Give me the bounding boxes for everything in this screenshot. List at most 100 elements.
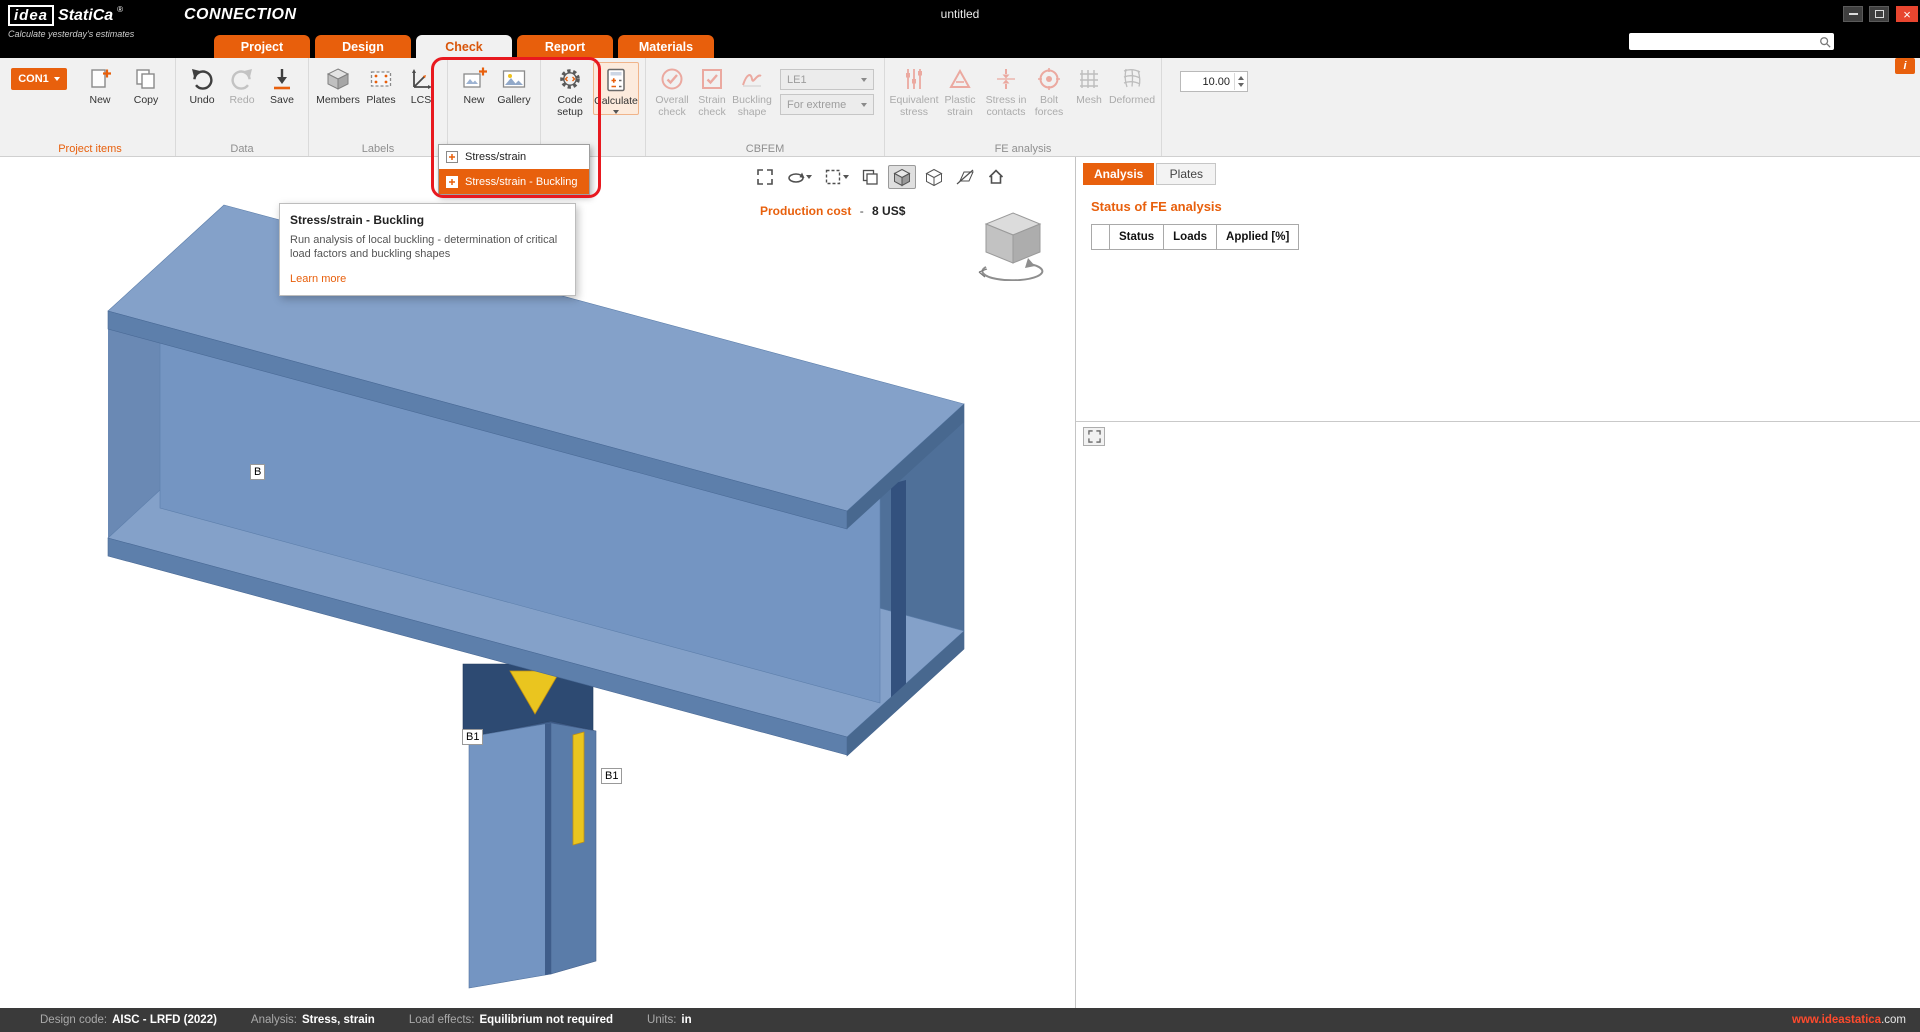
solid-view-button[interactable] (888, 165, 916, 189)
calculate-button[interactable]: Calculate (593, 62, 639, 115)
section-plane-icon (955, 167, 975, 187)
deformed-button[interactable]: Deformed (1109, 62, 1155, 107)
stress-strain-buckling-icon (445, 175, 459, 189)
extreme-select[interactable]: For extreme (780, 94, 874, 115)
menu-item-stress-strain[interactable]: Stress/strain (439, 145, 589, 169)
menu-item-stress-strain-buckling[interactable]: Stress/strain - Buckling (439, 169, 589, 194)
tab-project[interactable]: Project (214, 35, 310, 58)
menu-item-stress-strain-buckling-label: Stress/strain - Buckling (465, 176, 577, 188)
navigation-cube[interactable] (972, 209, 1054, 286)
expand-panel-button[interactable] (1083, 427, 1105, 446)
new-image-label: New (463, 95, 484, 107)
search-icon[interactable] (1819, 36, 1831, 48)
strain-check-button[interactable]: Strain check (692, 62, 732, 119)
stress-strain-icon (445, 150, 459, 164)
gallery-button[interactable]: Gallery (494, 62, 534, 107)
chevron-down-icon (806, 175, 812, 179)
new-document-icon (86, 65, 114, 93)
capture-view-button[interactable] (857, 165, 883, 189)
scale-value: 10.00 (1202, 76, 1230, 88)
save-button[interactable]: Save (262, 62, 302, 107)
production-cost-label: Production cost (760, 204, 851, 218)
spin-up-icon[interactable] (1238, 76, 1244, 80)
new-project-button[interactable]: New (77, 62, 123, 107)
copy-button[interactable]: Copy (123, 62, 169, 107)
new-screenshot-button[interactable]: New (454, 62, 494, 107)
statusbar-units: Units: in (647, 1014, 692, 1026)
undo-button[interactable]: Undo (182, 62, 222, 107)
spin-down-icon[interactable] (1238, 83, 1244, 87)
member-label-column-1[interactable]: B1 (462, 729, 483, 745)
orbit-button[interactable] (783, 165, 815, 189)
chevron-down-icon (54, 77, 60, 81)
equivalent-stress-button[interactable]: Equivalent stress (891, 62, 937, 119)
spinner-arrows (1234, 73, 1246, 90)
load-case-select[interactable]: LE1 (780, 69, 874, 90)
selection-mode-button[interactable] (820, 165, 852, 189)
app-window: idea StatiCa ® Calculate yesterday's est… (0, 0, 1920, 1032)
tab-check[interactable]: Check (416, 35, 512, 58)
tab-materials[interactable]: Materials (618, 35, 714, 58)
calculate-label: Calculate (594, 96, 638, 108)
close-button[interactable]: × (1896, 6, 1918, 22)
section-view-button[interactable] (952, 165, 978, 189)
brand-tagline: Calculate yesterday's estimates (8, 29, 134, 39)
new-image-icon (460, 65, 488, 93)
fit-view-icon (755, 167, 775, 187)
gallery-label: Gallery (497, 95, 530, 107)
tab-report[interactable]: Report (517, 35, 613, 58)
bolt-forces-label: Bolt forces (1029, 95, 1069, 119)
load-effects-label: Load effects: (409, 1014, 475, 1026)
connection-selector[interactable]: CON1 (11, 68, 67, 90)
group-label-fe-analysis: FE analysis (885, 143, 1161, 155)
mesh-button[interactable]: Mesh (1069, 62, 1109, 107)
group-scale: 10.00 (1162, 58, 1254, 156)
logo-statica-text: StatiCa (58, 7, 113, 25)
logo-line: idea StatiCa ® (8, 5, 134, 26)
app-logo: idea StatiCa ® Calculate yesterday's est… (8, 5, 134, 39)
production-cost: Production cost - 8 US$ (760, 204, 905, 218)
extreme-value: For extreme (787, 99, 846, 111)
website-link[interactable]: www.ideastatica.com (1792, 1014, 1906, 1026)
document-title: untitled (600, 7, 1320, 21)
fit-view-button[interactable] (752, 165, 778, 189)
plates-toggle-button[interactable]: Plates (361, 62, 401, 107)
column-lip-shadow (545, 723, 551, 975)
wireframe-cube-icon (924, 167, 944, 187)
calculate-dropdown-chevron-icon[interactable] (613, 110, 619, 114)
members-toggle-button[interactable]: Members (315, 62, 361, 107)
search-input[interactable] (1629, 33, 1819, 50)
connection-selector-label: CON1 (18, 73, 49, 85)
minimize-button[interactable] (1843, 6, 1863, 22)
mesh-label: Mesh (1076, 95, 1102, 107)
stress-in-contacts-button[interactable]: Stress in contacts (983, 62, 1029, 119)
copy-label: Copy (134, 95, 159, 107)
code-setup-button[interactable]: Code setup (547, 62, 593, 119)
deformation-scale-spinner[interactable]: 10.00 (1180, 71, 1248, 92)
learn-more-link[interactable]: Learn more (290, 273, 346, 285)
bolt-forces-button[interactable]: Bolt forces (1029, 62, 1069, 119)
lcs-toggle-button[interactable]: LCS (401, 62, 441, 107)
buckling-shape-button[interactable]: Buckling shape (732, 62, 772, 119)
member-label-column-2[interactable]: B1 (601, 768, 622, 784)
redo-button[interactable]: Redo (222, 62, 262, 107)
website-main: www.ideastatica (1792, 1014, 1881, 1026)
member-label-beam[interactable]: B (250, 464, 265, 480)
overall-check-button[interactable]: Overall check (652, 62, 692, 119)
transparent-view-button[interactable] (921, 165, 947, 189)
maximize-button[interactable] (1869, 6, 1889, 22)
plastic-strain-button[interactable]: Plastic strain (937, 62, 983, 119)
fe-status-header-row: Status Loads Applied [%] (1092, 225, 1299, 250)
calculate-dropdown-menu: Stress/strain Stress/strain - Buckling (438, 144, 590, 195)
tab-design[interactable]: Design (315, 35, 411, 58)
cbfem-selectors: LE1 For extreme (780, 69, 874, 115)
home-view-button[interactable] (983, 165, 1009, 189)
navigation-cube-icon (972, 209, 1054, 281)
copy-icon (132, 65, 160, 93)
tab-analysis[interactable]: Analysis (1083, 163, 1154, 185)
design-code-value: AISC - LRFD (2022) (112, 1014, 217, 1026)
info-button[interactable]: i (1895, 58, 1915, 74)
fe-status-col-status: Status (1110, 225, 1164, 250)
tab-plates[interactable]: Plates (1156, 163, 1216, 185)
check-square-icon (698, 65, 726, 93)
